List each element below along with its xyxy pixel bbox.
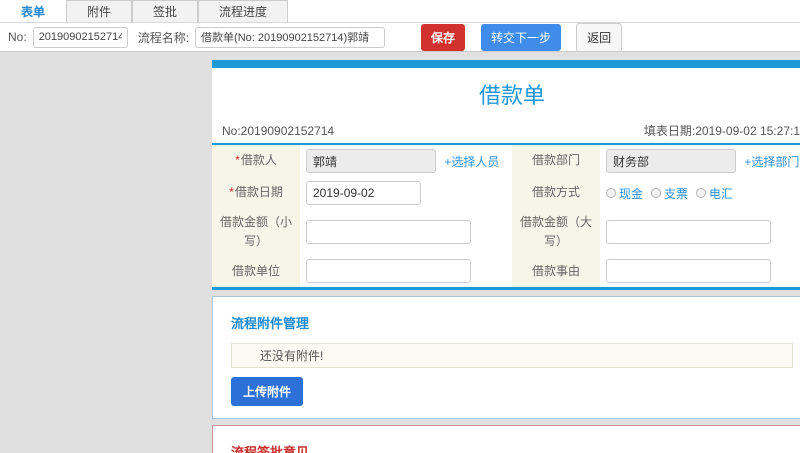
borrower-input[interactable] [306, 149, 436, 173]
attachments-section: 流程附件管理 还没有附件! 上传附件 [212, 296, 800, 420]
loan-form-table: *借款人 +选择人员 借款部门 +选择部门 *借款日期 [212, 145, 800, 291]
loan-method-label: 借款方式 [512, 177, 600, 209]
no-label: No: [8, 30, 27, 44]
form-fill-date: 填表日期:2019-09-02 15:27:1 [643, 124, 800, 138]
no-attachments-notice: 还没有附件! [231, 343, 793, 369]
attachments-heading: 流程附件管理 [231, 316, 310, 332]
table-row: *借款人 +选择人员 借款部门 +选择部门 [212, 145, 800, 177]
loan-unit-field [300, 255, 512, 289]
loan-unit-label-text: 借款单位 [231, 263, 280, 278]
page: 表单 附件 签批 流程进度 No: 流程名称: 保存 转交下一步 返回 借款单 … [0, 0, 800, 453]
radio-wire[interactable]: 电汇 [696, 185, 733, 202]
radio-wire-label: 电汇 [709, 186, 734, 201]
radio-icon [651, 188, 662, 198]
select-person-link[interactable]: +选择人员 [444, 155, 499, 169]
department-label-text: 借款部门 [531, 153, 580, 168]
borrower-field: +选择人员 [300, 145, 512, 177]
amount-upper-input[interactable] [606, 220, 771, 245]
no-input[interactable] [32, 26, 128, 48]
loan-date-field [300, 177, 512, 209]
loan-reason-field [600, 255, 800, 289]
table-row: 借款金额（小写） 借款金额（大写） [212, 209, 800, 256]
action-toolbar: No: 流程名称: 保存 转交下一步 返回 [0, 22, 800, 52]
table-row: 借款单位 借款事由 [212, 255, 800, 289]
required-mark: * [229, 185, 234, 200]
loan-date-label: *借款日期 [212, 177, 300, 209]
amount-lower-field [300, 209, 512, 256]
form-panel: 借款单 No:20190902152714 填表日期:2019-09-02 15… [212, 60, 800, 453]
loan-method-field: 现金 支票 电汇 [600, 177, 800, 209]
department-field: +选择部门 [600, 145, 800, 177]
borrower-label-text: 借款人 [240, 153, 277, 168]
tab-form[interactable]: 表单 [0, 0, 67, 22]
amount-upper-label-text: 借款金额（大写） [519, 215, 592, 249]
card-top-accent [212, 60, 800, 68]
amount-upper-field [600, 209, 800, 256]
table-row: *借款日期 借款方式 现金 支票 电汇 [212, 177, 800, 209]
radio-cash[interactable]: 现金 [606, 185, 643, 202]
radio-icon [696, 188, 707, 198]
next-step-button[interactable]: 转交下一步 [481, 23, 562, 51]
radio-cheque-label: 支票 [664, 186, 689, 201]
upload-attachment-button[interactable]: 上传附件 [231, 377, 304, 407]
amount-upper-label: 借款金额（大写） [512, 209, 600, 256]
tab-attachments[interactable]: 附件 [66, 0, 133, 22]
loan-method-radios: 现金 支票 电汇 [606, 185, 800, 202]
loan-method-label-text: 借款方式 [531, 185, 580, 200]
save-button[interactable]: 保存 [421, 23, 466, 51]
loan-reason-label-text: 借款事由 [531, 263, 580, 278]
tab-approval[interactable]: 签批 [132, 0, 199, 22]
loan-form-card: 借款单 No:20190902152714 填表日期:2019-09-02 15… [212, 60, 800, 291]
select-department-link[interactable]: +选择部门 [744, 155, 799, 169]
tab-process-progress[interactable]: 流程进度 [198, 0, 289, 22]
loan-unit-input[interactable] [306, 259, 471, 284]
loan-date-input[interactable] [306, 181, 421, 205]
loan-reason-input[interactable] [606, 259, 771, 284]
loan-date-label-text: 借款日期 [234, 185, 283, 200]
radio-cash-label: 现金 [619, 186, 644, 201]
form-number: No:20190902152714 [222, 123, 335, 138]
process-name-label: 流程名称: [137, 30, 190, 45]
approval-comments-heading: 流程签批意见 [231, 445, 310, 453]
department-label: 借款部门 [512, 145, 600, 177]
back-button[interactable]: 返回 [576, 22, 623, 52]
loan-unit-label: 借款单位 [212, 255, 300, 289]
borrower-label: *借款人 [212, 145, 300, 177]
radio-icon [606, 188, 616, 198]
process-name-input[interactable] [195, 26, 386, 48]
loan-reason-label: 借款事由 [512, 255, 600, 289]
approval-comments-section: 流程签批意见 B I abc [212, 425, 800, 453]
radio-cheque[interactable]: 支票 [651, 185, 688, 202]
tab-bar: 表单 附件 签批 流程进度 [0, 0, 800, 23]
form-title: 借款单 [478, 83, 545, 108]
amount-lower-label: 借款金额（小写） [212, 209, 300, 256]
required-mark: * [235, 153, 240, 168]
amount-lower-input[interactable] [306, 220, 471, 245]
amount-lower-label-text: 借款金额（小写） [219, 215, 292, 249]
department-input[interactable] [606, 149, 736, 173]
form-meta-row: No:20190902152714 填表日期:2019-09-02 15:27:… [212, 122, 800, 145]
